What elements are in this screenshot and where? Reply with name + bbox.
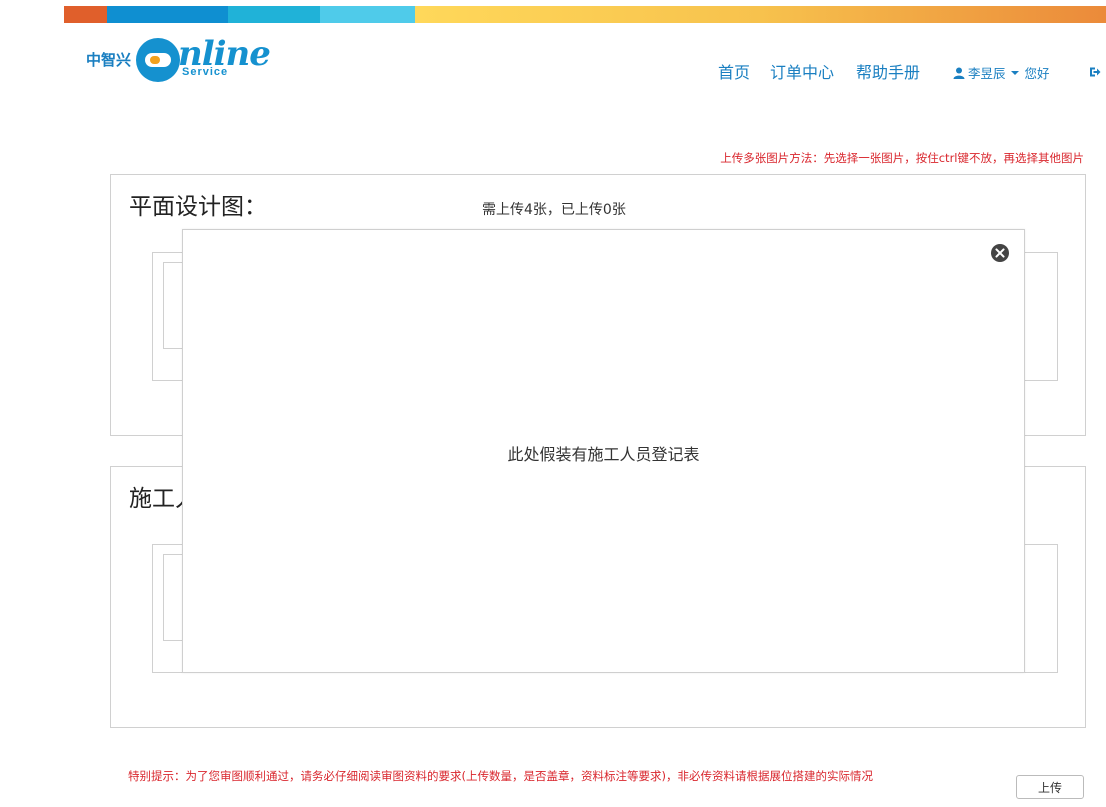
modal-placeholder-text: 此处假装有施工人员登记表 bbox=[507, 445, 700, 464]
user-name: 李昱辰 bbox=[968, 66, 1006, 81]
user-menu[interactable]: 李昱辰 您好 bbox=[953, 63, 1050, 82]
top-bar-segment bbox=[64, 6, 107, 23]
logout-button[interactable] bbox=[1089, 63, 1101, 82]
nav-home[interactable]: 首页 bbox=[718, 59, 750, 83]
top-color-bar bbox=[64, 6, 1106, 23]
top-bar-segment bbox=[415, 6, 1106, 23]
user-greeting: 您好 bbox=[1024, 66, 1050, 81]
nav-order-center[interactable]: 订单中心 bbox=[770, 59, 834, 83]
logo-mouse-icon bbox=[136, 38, 180, 82]
sign-out-icon bbox=[1090, 67, 1101, 77]
site-logo[interactable]: 中智兴 nline Service bbox=[86, 36, 271, 86]
nav-help-manual[interactable]: 帮助手册 bbox=[856, 59, 920, 83]
logo-cn-text: 中智兴 bbox=[86, 51, 132, 69]
top-bar-segment bbox=[320, 6, 415, 23]
chevron-down-icon bbox=[1010, 70, 1019, 75]
close-icon[interactable] bbox=[991, 244, 1009, 262]
top-bar-segment bbox=[107, 6, 228, 23]
upload-button[interactable]: 上传 bbox=[1016, 775, 1084, 799]
staff-register-modal: 此处假装有施工人员登记表 bbox=[182, 229, 1025, 673]
panel-title: 平面设计图： bbox=[129, 194, 267, 220]
logo-service-text: Service bbox=[182, 66, 229, 78]
upload-count: 需上传4张，已上传0张 bbox=[482, 202, 626, 218]
upload-method-tip: 上传多张图片方法：先选择一张图片，按住ctrl键不放，再选择其他图片 bbox=[720, 151, 1084, 165]
special-notice: 特别提示：为了您审图顺利通过，请务必仔细阅读审图资料的要求(上传数量，是否盖章，… bbox=[128, 769, 873, 783]
user-icon bbox=[953, 67, 965, 79]
top-bar-segment bbox=[228, 6, 320, 23]
